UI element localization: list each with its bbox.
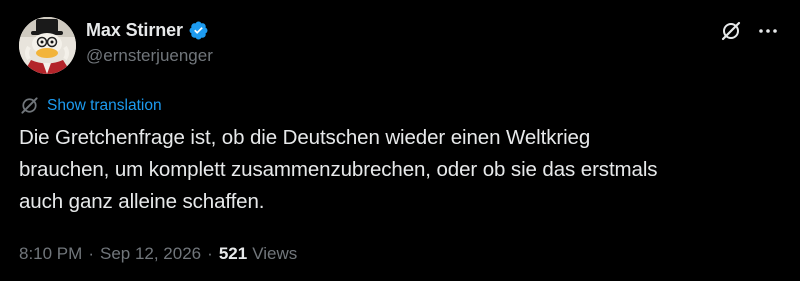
grok-icon xyxy=(721,21,741,41)
tweet-time[interactable]: 8:10 PM xyxy=(19,244,82,264)
tweet-card: Max Stirner @ernsterjuenger Show transla… xyxy=(0,0,800,281)
grok-translate-icon xyxy=(21,97,38,114)
views-count: 521 xyxy=(218,244,248,263)
avatar-image xyxy=(19,17,76,74)
tweet-metadata: 8:10 PM · Sep 12, 2026 · 521 Views xyxy=(19,244,297,264)
separator-dot: · xyxy=(207,244,213,263)
verified-badge-icon[interactable] xyxy=(188,20,209,41)
separator-dot: · xyxy=(88,244,94,263)
more-icon xyxy=(759,29,777,33)
author-handle[interactable]: @ernsterjuenger xyxy=(86,46,213,66)
show-translation-link[interactable]: Show translation xyxy=(19,95,162,116)
tweet-text-line: Die Gretchenfrage ist, ob die Deutschen … xyxy=(19,126,591,149)
avatar[interactable] xyxy=(19,17,76,74)
tweet-text-line: brauchen, um komplett zusammenzubrechen,… xyxy=(19,158,658,181)
more-options-button[interactable] xyxy=(755,19,781,43)
author-name-row: Max Stirner xyxy=(86,19,209,41)
tweet-date[interactable]: Sep 12, 2026 xyxy=(100,244,201,264)
grok-button[interactable] xyxy=(719,19,743,43)
show-translation-label[interactable]: Show translation xyxy=(47,97,162,115)
tweet-text-line: auch ganz alleine schaffen. xyxy=(19,190,265,213)
tweet-text: Die Gretchenfrage ist, ob die Deutschen … xyxy=(19,122,779,218)
views-label: Views xyxy=(252,244,298,263)
author-display-name[interactable]: Max Stirner xyxy=(86,20,183,41)
